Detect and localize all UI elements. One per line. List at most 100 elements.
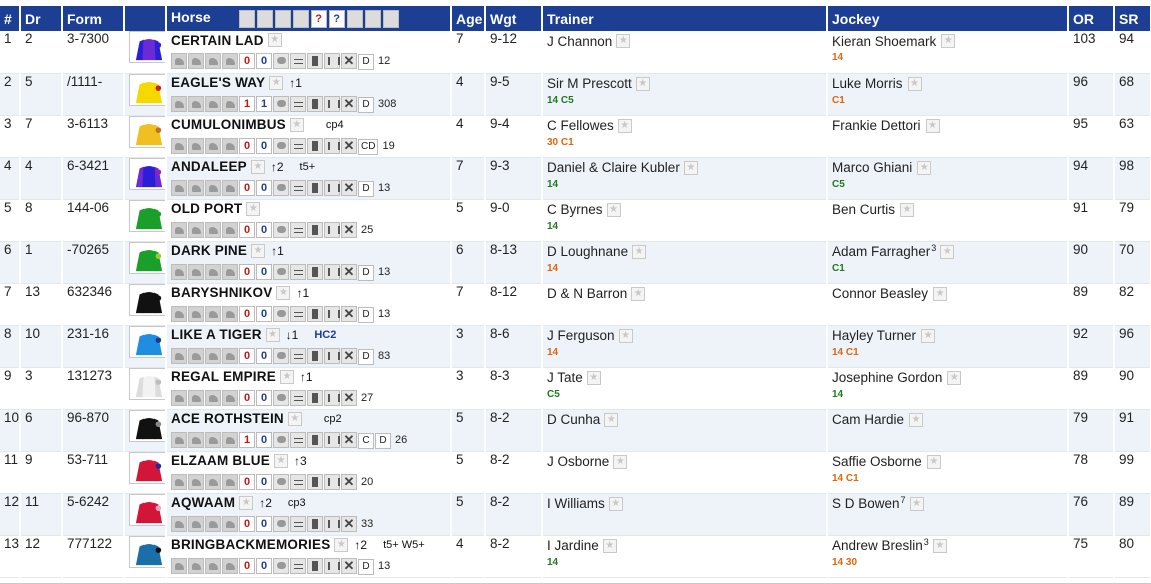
speech-bubble-icon[interactable]: [273, 347, 289, 364]
runner-row[interactable]: 10 6 96-870 ACE ROTHSTEIN ★ cp2 1 0 ✕ C …: [0, 409, 1151, 452]
jockey-name[interactable]: Connor Beasley: [832, 286, 928, 301]
count-red-badge[interactable]: 0: [239, 473, 255, 490]
runner-row[interactable]: 2 5 /1111- EAGLE'S WAY ★ ↑1 1 1 ✕ D 308 …: [0, 73, 1151, 116]
speech-bubble-icon[interactable]: [273, 221, 289, 238]
speech-bubble-icon[interactable]: [273, 431, 289, 448]
col-jockey[interactable]: Jockey: [827, 6, 1069, 31]
horseshoe-icon[interactable]: [222, 473, 238, 490]
col-trainer[interactable]: Trainer: [542, 6, 828, 31]
runner-row[interactable]: 3 7 3-6113 CUMULONIMBUS ★ cp4 0 0 ✕ CD 1…: [0, 115, 1151, 158]
count-blue-badge[interactable]: 0: [256, 515, 272, 532]
horse-name[interactable]: CERTAIN LAD: [171, 33, 264, 48]
horse-jump-icon[interactable]: [205, 53, 221, 69]
horse-head-icon[interactable]: [171, 473, 187, 490]
horse-head-icon[interactable]: [171, 389, 187, 406]
horse-rider-icon[interactable]: [188, 347, 204, 364]
close-icon[interactable]: ✕: [341, 179, 357, 196]
bar-chart-icon[interactable]: [324, 179, 340, 196]
runner-row[interactable]: 1 2 3-7300 CERTAIN LAD ★ 0 0 ✕ D 12 7 9-…: [0, 31, 1151, 74]
count-red-badge[interactable]: 1: [239, 95, 255, 112]
notes-icon[interactable]: [290, 431, 306, 448]
favourite-star-icon[interactable]: ★: [941, 34, 956, 48]
horse-head-icon[interactable]: [171, 179, 187, 196]
count-blue-badge[interactable]: 0: [256, 389, 272, 406]
notes-icon[interactable]: [290, 53, 306, 69]
count-red-badge[interactable]: 0: [239, 305, 255, 322]
horse-rider-icon[interactable]: [188, 473, 204, 490]
bar-chart-icon[interactable]: [324, 347, 340, 364]
favourite-star-icon[interactable]: ★: [269, 75, 284, 90]
close-icon[interactable]: ✕: [341, 431, 357, 448]
horse-head-icon[interactable]: [171, 95, 187, 112]
calculator-icon[interactable]: [307, 305, 323, 322]
horse-jump-icon[interactable]: [205, 431, 221, 448]
horse-jump-icon[interactable]: [205, 347, 221, 364]
horse-jump-icon[interactable]: [205, 137, 221, 154]
horse-head-icon[interactable]: [171, 557, 187, 574]
col-form[interactable]: Form: [62, 6, 125, 31]
trainer-name[interactable]: Sir M Prescott: [547, 76, 632, 91]
horseshoe-icon[interactable]: [222, 431, 238, 448]
horseshoe-icon[interactable]: [222, 263, 238, 280]
close-icon[interactable]: ✕: [341, 95, 357, 112]
horseshoe-icon[interactable]: [222, 557, 238, 574]
count-blue-badge[interactable]: 1: [256, 95, 272, 112]
horseshoe-icon[interactable]: [222, 53, 238, 69]
favourite-star-icon[interactable]: ★: [909, 412, 924, 427]
jockey-name[interactable]: Adam Farragher: [832, 244, 930, 259]
favourite-star-icon[interactable]: ★: [632, 244, 647, 259]
favourite-star-icon[interactable]: ★: [635, 76, 650, 91]
horse-rider-icon[interactable]: [188, 305, 204, 322]
horse-jump-icon[interactable]: [205, 221, 221, 238]
horse-rider-icon[interactable]: [188, 95, 204, 112]
trainer-name[interactable]: J Ferguson: [547, 328, 615, 343]
trainer-name[interactable]: C Fellowes: [547, 118, 614, 133]
close-icon[interactable]: ✕: [341, 473, 357, 490]
notes-icon[interactable]: [290, 515, 306, 532]
bar-chart-icon[interactable]: [324, 389, 340, 406]
close-icon[interactable]: ✕: [341, 389, 357, 406]
favourite-star-icon[interactable]: ★: [613, 454, 628, 469]
horseshoe-icon[interactable]: [222, 179, 238, 196]
horse-name[interactable]: ELZAAM BLUE: [171, 453, 270, 468]
calculator-icon[interactable]: [307, 431, 323, 448]
horseshoe-icon[interactable]: [222, 221, 238, 238]
horseshoe-icon[interactable]: [292, 9, 309, 28]
count-red-badge[interactable]: 0: [239, 137, 255, 154]
favourite-star-icon[interactable]: ★: [265, 327, 280, 342]
speech-bubble-icon[interactable]: [273, 263, 289, 280]
count-red-badge[interactable]: 0: [239, 179, 255, 196]
runner-row[interactable]: 11 9 53-711 ELZAAM BLUE ★ ↑3 0 0 ✕ 20 5 …: [0, 451, 1151, 494]
col-or[interactable]: OR: [1068, 6, 1115, 31]
horse-jump-icon[interactable]: [205, 95, 221, 112]
jockey-name[interactable]: Andrew Breslin: [832, 538, 923, 553]
favourite-star-icon[interactable]: ★: [279, 369, 294, 384]
horse-head-icon[interactable]: [171, 431, 187, 448]
col-num[interactable]: #: [0, 6, 21, 31]
speech-bubble-icon[interactable]: [273, 305, 289, 322]
speech-bubble-icon[interactable]: [273, 557, 289, 574]
favourite-star-icon[interactable]: ★: [334, 537, 349, 552]
notes-icon[interactable]: [290, 347, 306, 364]
calculator-icon[interactable]: [307, 557, 323, 574]
favourite-star-icon[interactable]: ★: [900, 202, 915, 217]
speech-bubble-icon[interactable]: [273, 389, 289, 406]
favourite-star-icon[interactable]: ★: [239, 495, 254, 510]
horse-head-icon[interactable]: [171, 137, 187, 154]
horse-head-icon[interactable]: [171, 347, 187, 364]
bar-chart-icon[interactable]: [324, 473, 340, 490]
bar-chart-icon[interactable]: [324, 263, 340, 280]
horse-jump-icon[interactable]: [205, 305, 221, 322]
jockey-name[interactable]: Marco Ghiani: [832, 160, 912, 175]
count-blue-badge[interactable]: 0: [256, 347, 272, 364]
trainer-name[interactable]: Daniel & Claire Kubler: [547, 160, 680, 175]
favourite-star-icon[interactable]: ★: [932, 538, 947, 553]
favourite-star-icon[interactable]: ★: [604, 412, 619, 427]
col-horse[interactable]: Horse ? ?: [166, 6, 452, 31]
bar-chart-icon[interactable]: [324, 557, 340, 574]
trainer-name[interactable]: D Cunha: [547, 412, 600, 427]
jockey-name[interactable]: Cam Hardie: [832, 412, 904, 427]
horse-rider-icon[interactable]: [188, 515, 204, 532]
count-red-badge[interactable]: 0: [239, 347, 255, 364]
bar-chart-icon[interactable]: [324, 221, 340, 238]
